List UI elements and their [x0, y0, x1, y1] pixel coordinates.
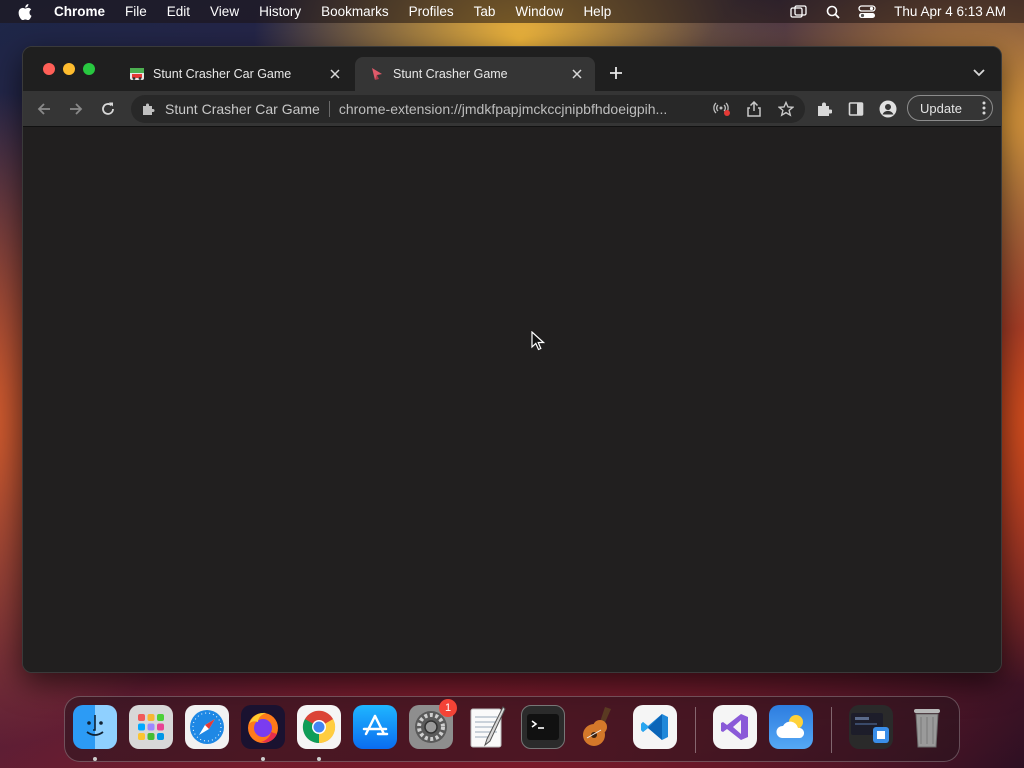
settings-icon[interactable]: 1 — [409, 699, 457, 749]
tab-stunt-crasher-car-game[interactable]: Stunt Crasher Car Game — [115, 57, 353, 91]
app-store-icon[interactable] — [353, 705, 397, 749]
tab-search-chevron-down-icon[interactable] — [971, 65, 987, 81]
vscode-icon[interactable] — [633, 705, 677, 749]
menu-file[interactable]: File — [125, 4, 147, 19]
puzzle-piece-icon — [141, 101, 157, 117]
apple-menu-icon[interactable] — [18, 3, 34, 20]
tab-close-icon[interactable] — [327, 66, 343, 82]
menu-window[interactable]: Window — [515, 4, 563, 19]
tab-close-icon[interactable] — [569, 66, 585, 82]
chrome-icon[interactable] — [297, 705, 341, 749]
tab-stunt-crasher-game[interactable]: Stunt Crasher Game — [355, 57, 595, 91]
visual-studio-icon[interactable] — [713, 705, 757, 749]
menu-history[interactable]: History — [259, 4, 301, 19]
address-bar[interactable]: Stunt Crasher Car Game chrome-extension:… — [131, 95, 805, 123]
launchpad-icon[interactable] — [129, 705, 173, 749]
more-menu-icon[interactable] — [976, 100, 992, 116]
forward-arrow-icon[interactable] — [67, 100, 85, 118]
url-text[interactable]: chrome-extension://jmdkfpapjmckccjnipbfh… — [339, 101, 699, 117]
extension-favicon-icon — [369, 66, 385, 82]
close-window-button[interactable] — [43, 63, 55, 75]
finder-icon[interactable] — [73, 705, 117, 749]
update-button[interactable]: Update — [907, 95, 993, 121]
address-divider — [328, 101, 330, 117]
site-name: Stunt Crasher Car Game — [165, 101, 320, 117]
menu-edit[interactable]: Edit — [167, 4, 190, 19]
extensions-puzzle-icon[interactable] — [815, 100, 833, 118]
control-center-icon[interactable] — [856, 4, 878, 20]
menu-clock[interactable]: Thu Apr 4 6:13 AM — [894, 4, 1006, 19]
window-controls — [43, 63, 95, 75]
tab-title: Stunt Crasher Car Game — [153, 67, 292, 81]
dock-divider — [831, 707, 832, 753]
tab-title: Stunt Crasher Game — [393, 67, 508, 81]
firefox-running-indicator — [261, 757, 265, 761]
back-arrow-icon[interactable] — [35, 100, 53, 118]
textedit-icon[interactable] — [465, 705, 509, 749]
profile-avatar-icon[interactable] — [879, 100, 897, 118]
finder-running-indicator — [93, 757, 97, 761]
weather-icon[interactable] — [769, 705, 813, 749]
chrome-running-indicator — [317, 757, 321, 761]
side-panel-icon[interactable] — [847, 100, 865, 118]
share-icon[interactable] — [745, 100, 763, 118]
terminal-icon[interactable] — [521, 705, 565, 749]
menu-bar: Chrome File Edit View History Bookmarks … — [0, 0, 1024, 23]
trash-icon[interactable] — [905, 705, 949, 749]
mouse-pointer-icon — [531, 331, 545, 351]
safari-icon[interactable] — [185, 705, 229, 749]
bookmark-star-icon[interactable] — [777, 100, 795, 118]
garageband-icon[interactable] — [577, 705, 621, 749]
minimize-window-button[interactable] — [63, 63, 75, 75]
menu-tab[interactable]: Tab — [474, 4, 496, 19]
firefox-icon[interactable] — [241, 705, 285, 749]
settings-notification-badge: 1 — [439, 699, 457, 717]
browser-toolbar: Stunt Crasher Car Game chrome-extension:… — [23, 91, 1001, 127]
dock-divider — [695, 707, 696, 753]
spotlight-search-icon[interactable] — [822, 4, 844, 20]
screen-mirroring-icon[interactable] — [788, 4, 810, 20]
game-favicon-icon — [129, 66, 145, 82]
menu-bookmarks[interactable]: Bookmarks — [321, 4, 389, 19]
zoom-window-button[interactable] — [83, 63, 95, 75]
menu-view[interactable]: View — [210, 4, 239, 19]
menu-profiles[interactable]: Profiles — [409, 4, 454, 19]
new-tab-icon[interactable] — [607, 64, 625, 82]
reload-icon[interactable] — [99, 100, 117, 118]
downloads-stack-icon[interactable] — [849, 705, 893, 749]
page-content[interactable] — [23, 127, 1001, 672]
casting-blocked-icon[interactable] — [713, 100, 731, 118]
dock: 1 — [64, 696, 960, 762]
menu-help[interactable]: Help — [583, 4, 611, 19]
update-label: Update — [920, 100, 962, 116]
menu-app-name[interactable]: Chrome — [54, 4, 105, 19]
browser-window: Stunt Crasher Car Game Stunt Crasher Gam… — [22, 46, 1002, 673]
tab-strip: Stunt Crasher Car Game Stunt Crasher Gam… — [23, 47, 1001, 91]
